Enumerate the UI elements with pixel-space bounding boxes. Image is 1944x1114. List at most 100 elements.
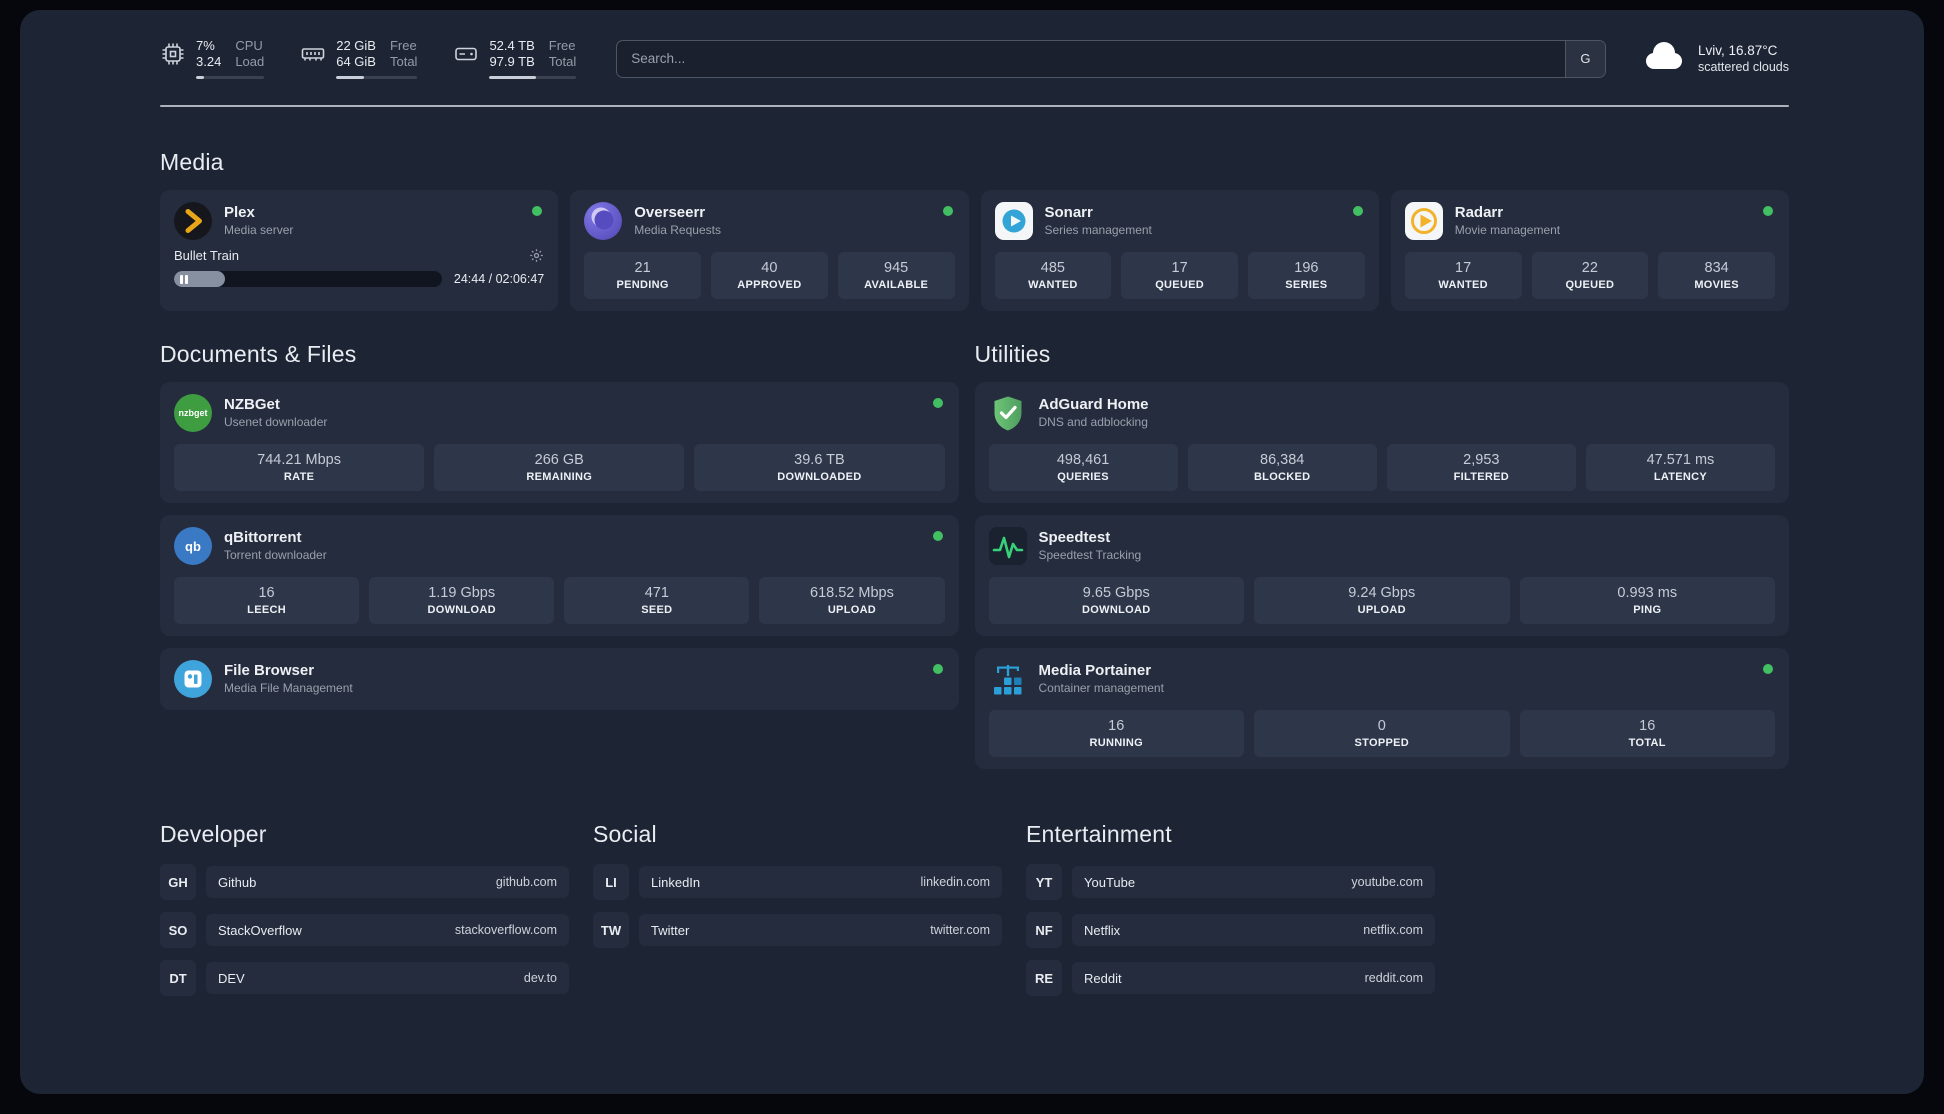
link-badge-linkedin: LI — [593, 864, 629, 900]
app-description: Movie management — [1454, 223, 1561, 237]
app-card-overseerr[interactable]: Overseerr Media Requests 21 PENDING 40 APP… — [570, 190, 969, 311]
app-name: AdGuard Home — [1038, 396, 1149, 413]
memory-icon — [300, 38, 326, 72]
link-reddit[interactable]: Reddit reddit.com — [1072, 962, 1435, 994]
stat-running: 16 RUNNING — [988, 710, 1244, 757]
cpu-progress-bar — [196, 76, 265, 79]
memory-progress-bar — [336, 76, 418, 79]
stat-remaining: 266 GB REMAINING — [434, 444, 685, 491]
social-section-title: Social — [593, 821, 657, 847]
status-dot — [1352, 206, 1363, 216]
app-card-radarr[interactable]: Radarr Movie management 17 WANTED 22 QUEUE… — [1390, 190, 1789, 311]
memory-total-label: Total — [389, 54, 418, 69]
storage-icon — [453, 38, 479, 72]
link-twitter[interactable]: Twitter twitter.com — [639, 914, 1002, 946]
app-card-adguard[interactable]: AdGuard Home DNS and adblocking 498,461 Q… — [974, 382, 1789, 503]
status-dot — [532, 206, 543, 216]
app-description: Speedtest Tracking — [1038, 548, 1142, 562]
stat-upload: 618.52 Mbps UPLOAD — [759, 577, 945, 624]
pause-icon[interactable] — [180, 274, 188, 284]
link-badge-dev: DT — [160, 960, 196, 996]
app-meta: NZBGet Usenet downloader — [224, 396, 327, 430]
app-name: Overseerr — [634, 204, 706, 221]
storage-widget: 52.4 TB 97.9 TB Free Total — [453, 38, 577, 79]
cloud-icon — [1640, 39, 1686, 78]
stat-filtered: 2,953 FILTERED — [1386, 444, 1576, 491]
section-documents: Documents & Files nzbget NZBGet Usenet d… — [160, 341, 959, 710]
app-name: qBittorrent — [224, 529, 302, 546]
app-meta: Sonarr Series management — [1045, 204, 1152, 238]
stats-row: 744.21 Mbps RATE 266 GB REMAINING 39.6 TB D… — [174, 444, 945, 491]
stat-stopped: 0 STOPPED — [1254, 710, 1510, 757]
cpu-load-value: 3.24 — [196, 54, 222, 69]
gear-icon[interactable] — [529, 248, 544, 263]
app-card-plex[interactable]: Plex Media server Bullet Train 24:44 / 0… — [160, 190, 559, 311]
section-entertainment: Entertainment YT YouTube youtube.com NF … — [1026, 821, 1435, 1008]
nzbget-icon: nzbget — [174, 394, 212, 432]
search-input[interactable] — [617, 40, 1565, 77]
link-youtube[interactable]: YouTube youtube.com — [1072, 866, 1435, 898]
app-card-sonarr[interactable]: Sonarr Series management 485 WANTED 17 QUE… — [980, 190, 1379, 311]
link-github[interactable]: Github github.com — [206, 866, 569, 898]
stat-upload: 9.24 Gbps UPLOAD — [1254, 577, 1510, 624]
storage-total-value: 97.9 TB — [489, 54, 535, 69]
search-bar: G — [616, 39, 1606, 78]
stat-queued: 17 QUEUED — [1121, 252, 1238, 299]
system-widgets: 7% 3.24 CPU Load 22 GiB 64 GiB Free Tota… — [160, 38, 577, 79]
link-row: RE Reddit reddit.com — [1026, 960, 1435, 996]
stat-downloaded: 39.6 TB DOWNLOADED — [694, 444, 945, 491]
app-meta: qBittorrent Torrent downloader — [224, 529, 327, 563]
stat-wanted: 17 WANTED — [1404, 252, 1522, 299]
app-meta: Overseerr Media Requests — [634, 204, 721, 238]
stats-row: 21 PENDING 40 APPROVED 945 AVAILABLE — [584, 252, 955, 299]
playback-progress-bar[interactable] — [174, 271, 442, 287]
weather-condition: scattered clouds — [1697, 60, 1789, 74]
stat-total: 16 TOTAL — [1519, 710, 1775, 757]
utilities-section-title: Utilities — [974, 341, 1051, 367]
link-linkedin[interactable]: LinkedIn linkedin.com — [639, 866, 1002, 898]
documents-section-title: Documents & Files — [160, 341, 357, 367]
app-card-qbittorrent[interactable]: qb qBittorrent Torrent downloader 16 LEEC… — [160, 515, 959, 636]
stat-download: 9.65 Gbps DOWNLOAD — [988, 577, 1244, 624]
app-card-portainer[interactable]: Media Portainer Container management 16 R… — [974, 648, 1789, 769]
section-developer: Developer GH Github github.com SO StackO… — [160, 821, 569, 1008]
stats-row: 17 WANTED 22 QUEUED 834 MOVIES — [1404, 252, 1775, 299]
filebrowser-icon — [174, 660, 212, 698]
app-card-nzbget[interactable]: nzbget NZBGet Usenet downloader 744.21 M… — [160, 382, 959, 503]
link-badge-reddit: RE — [1026, 960, 1062, 996]
link-dev[interactable]: DEV dev.to — [206, 962, 569, 994]
app-card-filebrowser[interactable]: File Browser Media File Management — [160, 648, 959, 710]
app-description: Media File Management — [224, 681, 353, 695]
memory-widget: 22 GiB 64 GiB Free Total — [300, 38, 418, 79]
cpu-widget: 7% 3.24 CPU Load — [160, 38, 265, 79]
speedtest-icon — [988, 527, 1027, 565]
app-description: Series management — [1044, 223, 1152, 237]
portainer-icon — [989, 660, 1027, 698]
stat-movies: 834 MOVIES — [1658, 252, 1775, 299]
playback-time: 24:44 / 02:06:47 — [453, 272, 545, 286]
sonarr-icon — [994, 202, 1033, 240]
app-name: Media Portainer — [1038, 662, 1152, 679]
storage-free-value: 52.4 TB — [489, 38, 535, 53]
stat-ping: 0.993 ms PING — [1519, 577, 1775, 624]
search-engine-button[interactable]: G — [1564, 40, 1605, 77]
link-row: YT YouTube youtube.com — [1026, 864, 1435, 900]
app-meta: File Browser Media File Management — [224, 662, 353, 696]
link-row: LI LinkedIn linkedin.com — [593, 864, 1002, 900]
link-stackoverflow[interactable]: StackOverflow stackoverflow.com — [206, 914, 569, 946]
link-badge-twitter: TW — [593, 912, 629, 948]
app-description: Torrent downloader — [224, 548, 327, 562]
app-description: DNS and adblocking — [1038, 415, 1148, 429]
app-name: Speedtest — [1038, 529, 1111, 546]
now-playing-title: Bullet Train — [174, 248, 240, 263]
status-dot — [932, 398, 943, 408]
memory-free-value: 22 GiB — [336, 38, 376, 53]
link-netflix[interactable]: Netflix netflix.com — [1072, 914, 1435, 946]
app-name: File Browser — [224, 662, 315, 679]
stat-download: 1.19 Gbps DOWNLOAD — [369, 577, 555, 624]
stat-rate: 744.21 Mbps RATE — [174, 444, 425, 491]
app-card-speedtest[interactable]: Speedtest Speedtest Tracking 9.65 Gbps DO… — [974, 515, 1789, 636]
overseerr-icon — [584, 202, 623, 240]
cpu-label: CPU — [235, 38, 263, 53]
stat-leech: 16 LEECH — [174, 577, 360, 624]
